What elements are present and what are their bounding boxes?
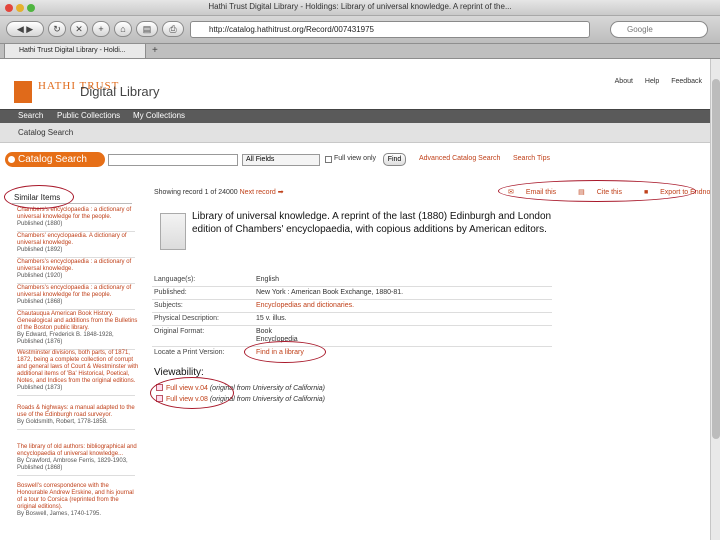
field-label: Subjects: (154, 302, 183, 309)
similar-item-title[interactable]: Chautauqua American Book History. Geneal… (17, 311, 137, 331)
similar-item-title[interactable]: Chambers's encyclopaedia : a dictionary … (17, 285, 131, 298)
similar-item[interactable]: Boswell's correspondence with the Honour… (17, 483, 139, 518)
back-forward-button[interactable]: ◀ ▶ (6, 21, 44, 37)
similar-item[interactable]: Chautauqua American Book History. Geneal… (17, 311, 139, 350)
similar-item[interactable]: Chambers's encyclopaedia : a dictionary … (17, 207, 139, 232)
similar-item-title[interactable]: Westminster divisions, both parts, of 18… (17, 350, 138, 384)
scrollbar-thumb[interactable] (712, 79, 720, 439)
nav-public-collections[interactable]: Public Collections (57, 111, 120, 120)
divider (152, 346, 552, 347)
annotation-ellipse (498, 180, 696, 202)
site-name: Digital Library (80, 84, 160, 99)
annotation-ellipse (4, 185, 74, 209)
similar-item-title[interactable]: Chambers' encyclopaedia. A dictionary of… (17, 233, 127, 246)
arrow-right-icon[interactable]: ➡ (278, 189, 284, 196)
similar-item-meta: Published (1880) (17, 221, 63, 227)
window-title: Hathi Trust Digital Library - Holdings: … (208, 2, 512, 11)
tab-bar: Hathi Trust Digital Library - Holdi... + (0, 44, 720, 59)
find-button[interactable]: Find (383, 153, 406, 166)
help-link[interactable]: Help (645, 78, 659, 85)
feedback-link[interactable]: Feedback (671, 78, 702, 85)
field-value: English (256, 276, 279, 283)
similar-item[interactable]: Roads & highways: a manual adapted to th… (17, 405, 139, 430)
similar-item-meta: Published (1892) (17, 247, 63, 253)
record-title: Library of universal knowledge. A reprin… (192, 211, 552, 235)
similar-item[interactable]: Chambers's encyclopaedia : a dictionary … (17, 285, 139, 310)
address-bar[interactable]: http://catalog.hathitrust.org/Record/007… (190, 21, 590, 38)
vertical-scrollbar[interactable] (710, 59, 720, 540)
field-value: New York : American Book Exchange, 1880-… (256, 289, 404, 296)
similar-item-title[interactable]: Boswell's correspondence with the Honour… (17, 483, 134, 510)
field-label: Physical Description: (154, 315, 219, 322)
divider (152, 299, 552, 300)
annotation-ellipse (150, 377, 234, 409)
divider (152, 325, 552, 326)
browser-search-field[interactable]: Google (610, 21, 708, 38)
search-field-select[interactable]: All Fields (242, 154, 320, 166)
catalog-search-button[interactable]: Catalog Search (5, 152, 105, 167)
plus-icon[interactable]: + (92, 21, 110, 37)
browser-toolbar: ◀ ▶ ↻ ✕ + ⌂ ▤ ⎙ http://catalog.hathitrus… (0, 16, 720, 44)
similar-item-title[interactable]: Chambers's encyclopaedia : a dictionary … (17, 259, 131, 272)
similar-item-meta: By Edward, Frederick B. 1848-1928, Publi… (17, 332, 114, 345)
subnav-catalog-search[interactable]: Catalog Search (18, 128, 73, 137)
next-record-link[interactable]: Next record (240, 189, 276, 196)
divider (152, 286, 552, 287)
similar-item[interactable]: Chambers' encyclopaedia. A dictionary of… (17, 233, 139, 258)
similar-item[interactable]: Chambers's encyclopaedia : a dictionary … (17, 259, 139, 284)
nav-search[interactable]: Search (18, 111, 43, 120)
similar-item-meta: Published (1920) (17, 273, 63, 279)
full-view-only-checkbox[interactable] (325, 156, 332, 163)
about-link[interactable]: About (615, 78, 633, 85)
similar-item[interactable]: Westminster divisions, both parts, of 18… (17, 350, 139, 396)
field-label: Published: (154, 289, 187, 296)
site-header: HATHI TRUST Digital Library About Help F… (0, 59, 710, 109)
search-tips-link[interactable]: Search Tips (513, 155, 550, 162)
home-icon[interactable]: ⌂ (114, 21, 132, 37)
print-icon[interactable]: ⎙ (162, 21, 184, 37)
full-view-only-label: Full view only (334, 155, 377, 162)
browser-tab[interactable]: Hathi Trust Digital Library - Holdi... (4, 44, 146, 59)
similar-item-title[interactable]: Chambers's encyclopaedia : a dictionary … (17, 207, 131, 220)
sub-nav: Catalog Search (0, 123, 710, 143)
similar-item-meta: By Goldsmith, Robert, 1778-1858. (17, 419, 108, 425)
similar-item-title[interactable]: Roads & highways: a manual adapted to th… (17, 405, 135, 418)
divider (152, 312, 552, 313)
record-count: Showing record 1 of 24000 Next record ➡ (154, 188, 284, 196)
field-label: Language(s): (154, 276, 196, 283)
book-thumbnail (160, 213, 186, 250)
similar-item[interactable]: The library of old authors: bibliographi… (17, 444, 139, 476)
record-count-text: Showing record 1 of 24000 (154, 189, 238, 196)
field-label: Original Format: (154, 328, 205, 335)
main-nav: Search Public Collections My Collections (0, 109, 710, 123)
catalog-search-bar: Catalog Search All Fields Full view only… (0, 150, 710, 170)
stop-icon[interactable]: ✕ (70, 21, 88, 37)
similar-item-meta: Published (1868) (17, 299, 63, 305)
nav-my-collections[interactable]: My Collections (133, 111, 185, 120)
reload-icon[interactable]: ↻ (48, 21, 66, 37)
field-value: 15 v. illus. (256, 315, 287, 322)
similar-item-meta: Published (1873) (17, 385, 63, 391)
similar-item-meta: By Crawford, Ambrose Ferris, 1829-1903, … (17, 458, 128, 471)
field-label: Locate a Print Version: (154, 349, 225, 356)
new-tab-icon[interactable]: + (152, 45, 158, 56)
similar-item-meta: By Boswell, James, 1740-1795. (17, 511, 102, 517)
annotation-ellipse (244, 341, 326, 363)
catalog-search-input[interactable] (108, 154, 238, 166)
hathi-logo-icon (14, 81, 32, 103)
bookmarks-icon[interactable]: ▤ (136, 21, 158, 37)
header-links: About Help Feedback (605, 78, 702, 85)
subject-link[interactable]: Encyclopedias and dictionaries. (256, 302, 354, 309)
field-value: Book (256, 328, 272, 335)
window-titlebar: Hathi Trust Digital Library - Holdings: … (0, 0, 720, 16)
advanced-search-link[interactable]: Advanced Catalog Search (419, 155, 500, 162)
similar-item-title[interactable]: The library of old authors: bibliographi… (17, 444, 137, 457)
